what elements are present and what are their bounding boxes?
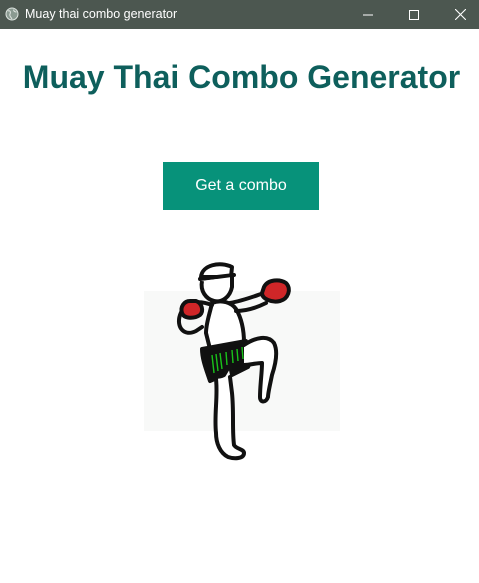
page-title: Muay Thai Combo Generator (22, 59, 461, 95)
maximize-icon (409, 9, 419, 20)
globe-icon (5, 7, 19, 21)
title-bar[interactable]: Muay thai combo generator (0, 0, 479, 29)
main-content: Muay Thai Combo Generator Get a combo (0, 29, 479, 583)
muay-thai-fighter-image (144, 262, 340, 461)
app-window: Muay thai combo generator Muay Thai Comb… (0, 0, 479, 583)
minimize-button[interactable] (345, 0, 391, 29)
close-button[interactable] (437, 0, 479, 29)
window-title: Muay thai combo generator (25, 7, 178, 21)
get-combo-button[interactable]: Get a combo (163, 162, 319, 210)
maximize-button[interactable] (391, 0, 437, 29)
close-icon (454, 9, 466, 20)
minimize-icon (363, 14, 373, 15)
